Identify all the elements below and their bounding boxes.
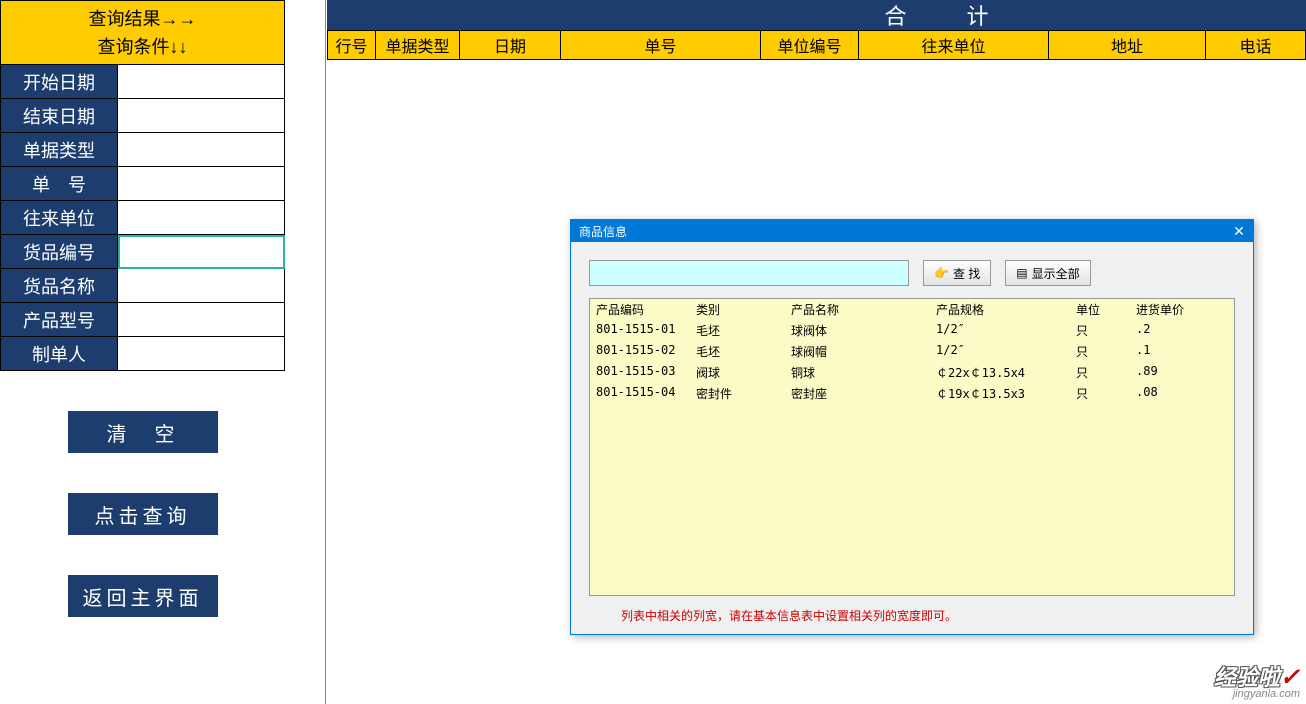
list-item[interactable]: 801-1515-04密封件密封座￠19x￠13.5x3只.08 bbox=[590, 383, 1234, 404]
hand-icon: 👉 bbox=[934, 266, 949, 280]
dialog-search-row: 👉查 找 ▤显示全部 bbox=[571, 242, 1253, 294]
input-product-model[interactable] bbox=[118, 303, 285, 337]
label-creator: 制单人 bbox=[0, 337, 118, 371]
watermark-text: 经验啦 bbox=[1214, 665, 1280, 690]
table-header: 行号 单据类型 日期 单号 单位编号 往来单位 地址 电话 bbox=[327, 30, 1306, 60]
check-icon: ✓ bbox=[1280, 664, 1300, 691]
label-start-date: 开始日期 bbox=[0, 65, 118, 99]
action-buttons: 清 空 点击查询 返回主界面 bbox=[0, 411, 285, 617]
col-code: 产品编码 bbox=[596, 301, 696, 318]
input-doc-type[interactable] bbox=[118, 133, 285, 167]
header-line2: 查询条件↓↓ bbox=[98, 33, 188, 61]
col-price: 进货单价 bbox=[1136, 301, 1216, 318]
divider bbox=[325, 0, 326, 704]
input-product-code[interactable] bbox=[118, 235, 285, 269]
label-partner: 往来单位 bbox=[0, 201, 118, 235]
query-header: 查询结果→→ 查询条件↓↓ bbox=[0, 0, 285, 65]
dialog-title-bar: 商品信息 ✕ bbox=[571, 220, 1253, 242]
label-product-model: 产品型号 bbox=[0, 303, 118, 337]
col-spec: 产品规格 bbox=[936, 301, 1076, 318]
th-date: 日期 bbox=[459, 30, 560, 60]
watermark: 经验啦✓ jingyanla.com bbox=[1214, 660, 1300, 700]
input-product-name[interactable] bbox=[118, 269, 285, 303]
label-product-name: 货品名称 bbox=[0, 269, 118, 303]
th-partner: 往来单位 bbox=[858, 30, 1048, 60]
dialog-title-text: 商品信息 bbox=[579, 223, 627, 240]
input-partner[interactable] bbox=[118, 201, 285, 235]
input-doc-no[interactable] bbox=[118, 167, 285, 201]
back-button[interactable]: 返回主界面 bbox=[68, 575, 218, 617]
search-input[interactable] bbox=[589, 260, 909, 286]
th-doc-no: 单号 bbox=[560, 30, 760, 60]
list-icon: ▤ bbox=[1016, 266, 1027, 280]
left-panel: 查询结果→→ 查询条件↓↓ 开始日期 结束日期 单据类型 单 号 往来单位 货品… bbox=[0, 0, 285, 704]
list-item[interactable]: 801-1515-03阀球铜球￠22x￠13.5x4只.89 bbox=[590, 362, 1234, 383]
dialog-footer-note: 列表中相关的列宽，请在基本信息表中设置相关列的宽度即可。 bbox=[621, 607, 957, 624]
header-line1: 查询结果→→ bbox=[89, 5, 197, 33]
product-list-header: 产品编码 类别 产品名称 产品规格 单位 进货单价 bbox=[590, 299, 1234, 320]
label-product-code: 货品编号 bbox=[0, 235, 118, 269]
th-row-no: 行号 bbox=[327, 30, 375, 60]
input-creator[interactable] bbox=[118, 337, 285, 371]
th-address: 地址 bbox=[1048, 30, 1205, 60]
list-item[interactable]: 801-1515-02毛坯球阀帽1/2″只.1 bbox=[590, 341, 1234, 362]
label-end-date: 结束日期 bbox=[0, 99, 118, 133]
input-end-date[interactable] bbox=[118, 99, 285, 133]
label-doc-type: 单据类型 bbox=[0, 133, 118, 167]
label-doc-no: 单 号 bbox=[0, 167, 118, 201]
search-button[interactable]: 👉查 找 bbox=[923, 260, 991, 286]
close-icon[interactable]: ✕ bbox=[1225, 220, 1253, 242]
th-phone: 电话 bbox=[1205, 30, 1306, 60]
list-item[interactable]: 801-1515-01毛坯球阀体1/2″只.2 bbox=[590, 320, 1234, 341]
product-info-dialog: 商品信息 ✕ 👉查 找 ▤显示全部 产品编码 类别 产品名称 产品规格 单位 进… bbox=[570, 219, 1254, 635]
col-unit: 单位 bbox=[1076, 301, 1136, 318]
input-start-date[interactable] bbox=[118, 65, 285, 99]
clear-button[interactable]: 清 空 bbox=[68, 411, 218, 453]
col-cat: 类别 bbox=[696, 301, 791, 318]
query-button[interactable]: 点击查询 bbox=[68, 493, 218, 535]
product-list[interactable]: 产品编码 类别 产品名称 产品规格 单位 进货单价 801-1515-01毛坯球… bbox=[589, 298, 1235, 596]
th-unit-code: 单位编号 bbox=[760, 30, 858, 60]
show-all-button[interactable]: ▤显示全部 bbox=[1005, 260, 1090, 286]
col-name: 产品名称 bbox=[791, 301, 936, 318]
th-doc-type: 单据类型 bbox=[375, 30, 459, 60]
total-header: 合计 bbox=[327, 0, 1306, 30]
